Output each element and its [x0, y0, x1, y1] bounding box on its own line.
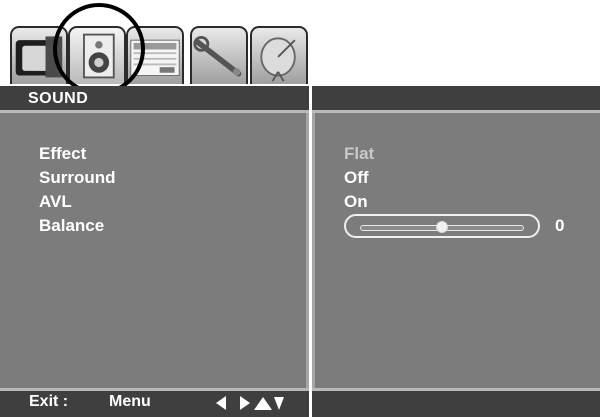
menu-key-label[interactable]: Menu: [109, 393, 151, 411]
title-bar: SOUND: [0, 86, 309, 113]
surround-value[interactable]: Off: [344, 168, 369, 188]
effect-value: Flat: [344, 144, 375, 163]
menu-panel-left: SOUND: [0, 86, 309, 417]
title-bar-right: [312, 86, 600, 113]
arrow-down-icon: [274, 397, 284, 410]
menu-item-surround[interactable]: Surround: [39, 168, 116, 188]
tab-setup[interactable]: [190, 26, 248, 84]
avl-value[interactable]: On: [344, 192, 368, 212]
balance-slider[interactable]: [344, 214, 540, 238]
menu-item-avl[interactable]: AVL: [39, 192, 72, 212]
footer-bar-right: [312, 388, 600, 417]
wrench-icon: [193, 35, 242, 77]
menu-item-balance[interactable]: Balance: [39, 216, 104, 236]
menu-item-effect[interactable]: Effect: [39, 144, 86, 164]
tab-source[interactable]: [250, 26, 308, 84]
menu-tab-bar: [0, 0, 600, 95]
menu-panel-right: [312, 86, 600, 417]
page-title: SOUND: [28, 90, 89, 107]
satellite-dish-icon: [260, 37, 296, 82]
balance-value: 0: [555, 216, 565, 235]
selection-ring: [53, 3, 145, 95]
arrow-left-icon: [216, 396, 226, 410]
arrow-right-icon: [240, 396, 250, 410]
slider-thumb[interactable]: [436, 221, 448, 233]
nav-arrows: [216, 396, 284, 410]
exit-label: Exit :: [29, 393, 69, 410]
arrow-up-icon: [254, 397, 272, 410]
